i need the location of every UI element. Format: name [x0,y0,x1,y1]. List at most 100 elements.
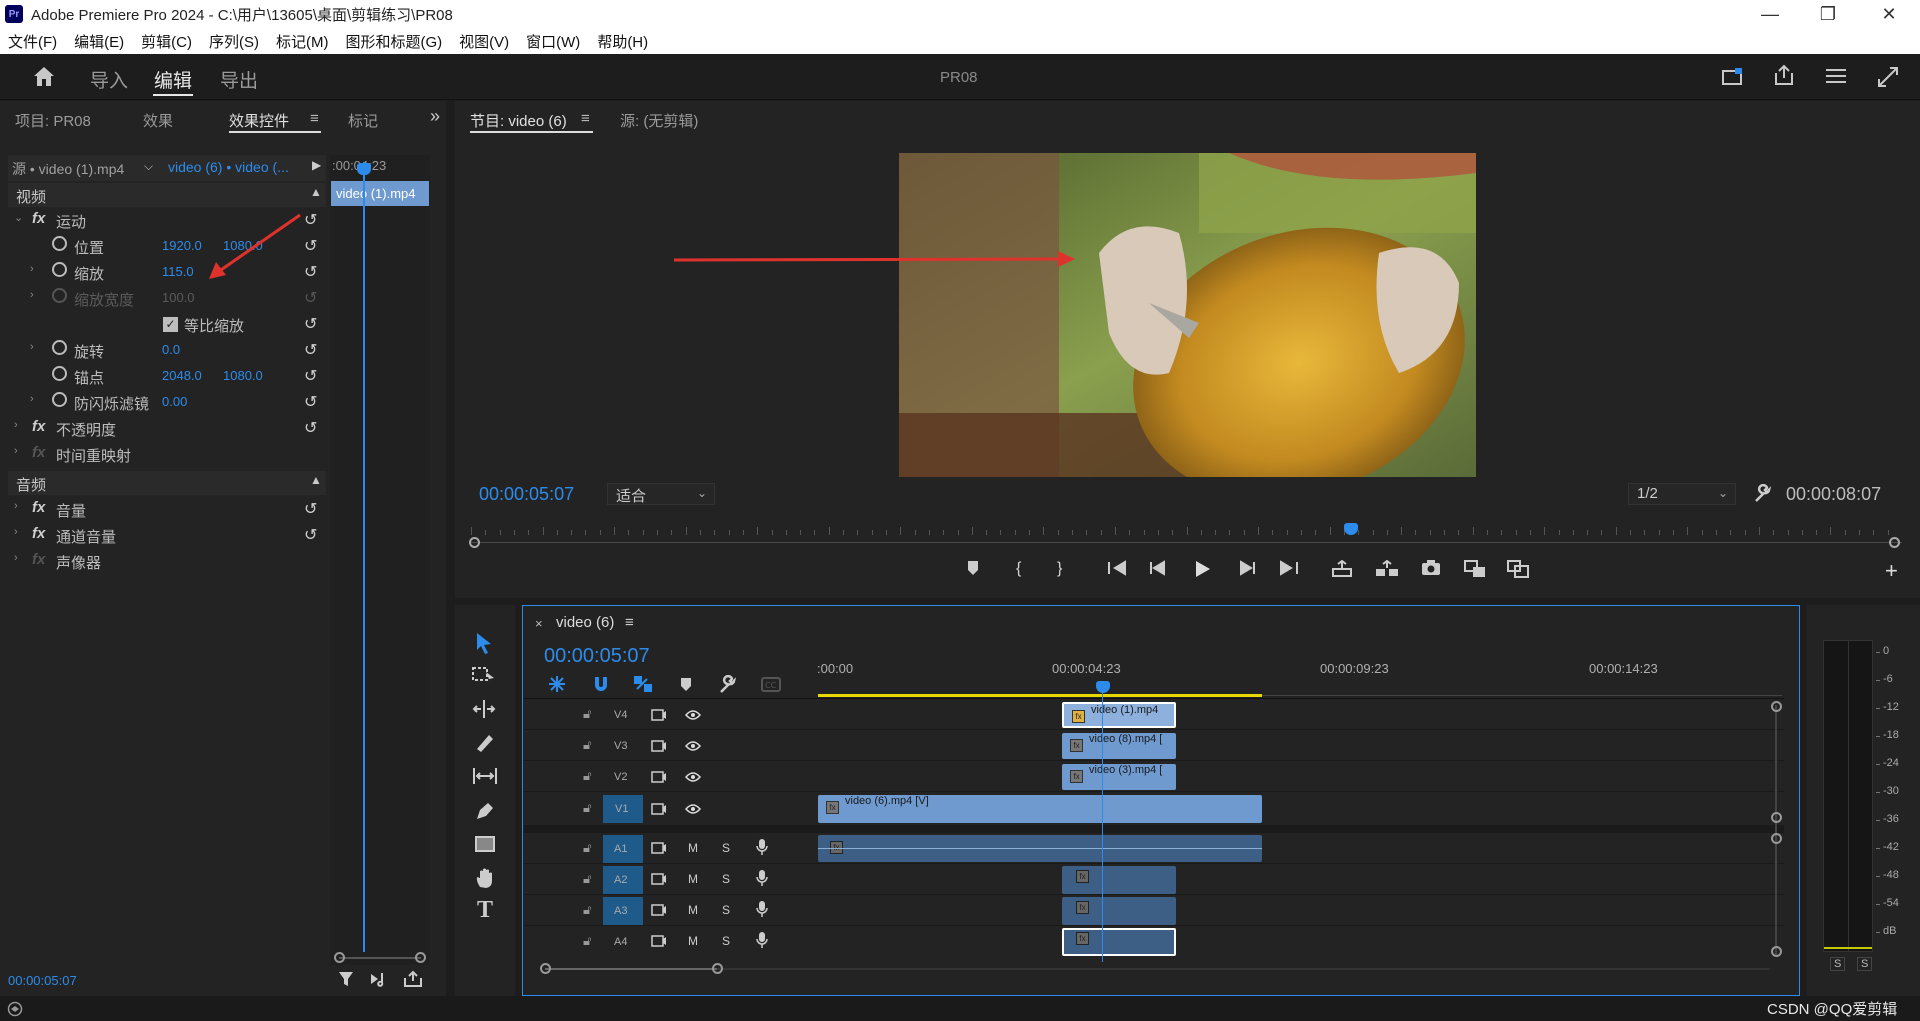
microphone-icon[interactable] [756,900,768,918]
track-label-v4[interactable]: V4 [614,709,627,721]
sync-lock-icon[interactable] [651,904,667,916]
effect-row-scale[interactable]: › 缩放 115.0 ↺ [8,259,326,285]
lock-icon[interactable]: 🔓︎ [583,933,591,949]
menu-view[interactable]: 视图(V) [459,31,509,52]
lock-icon[interactable]: 🔓︎ [583,840,591,856]
tab-effects[interactable]: 效果 [143,110,173,131]
fullscreen-icon[interactable] [1877,66,1899,88]
effect-row-time-remap[interactable]: › fx 时间重映射 [8,441,326,467]
track-label-v2[interactable]: V2 [614,771,627,783]
reset-icon[interactable]: ↺ [304,236,317,256]
play-triangle-icon[interactable]: ▶ [312,158,321,172]
menu-window[interactable]: 窗口(W) [526,31,580,52]
stopwatch-icon[interactable] [52,392,67,407]
microphone-icon[interactable] [756,838,768,856]
microphone-icon[interactable] [756,931,768,949]
vscroll-handle-top[interactable] [1771,701,1782,712]
sync-lock-icon[interactable] [651,709,667,721]
go-to-out-icon[interactable] [1279,560,1299,576]
vscroll-handle-mid[interactable] [1771,812,1782,823]
track-label-v1[interactable]: V1 [615,803,628,815]
audio-volume-line[interactable] [818,848,1262,849]
workspace-tab-import[interactable]: 导入 [90,66,128,93]
menu-file[interactable]: 文件(F) [8,31,57,52]
captions-icon[interactable]: CC [761,677,781,692]
more-panels-icon[interactable]: » [430,106,440,127]
eye-icon[interactable] [685,710,701,720]
expand-chevron-icon[interactable]: › [14,445,18,457]
panel-menu-icon[interactable]: ≡ [310,110,319,127]
effect-row-position[interactable]: 位置 1920.0 1080.0 ↺ [8,233,326,259]
eye-icon[interactable] [685,741,701,751]
program-current-timecode[interactable]: 00:00:05:07 [479,484,574,505]
export-clip-icon[interactable] [403,970,423,988]
solo-button-a1[interactable]: S [722,841,730,855]
solo-button-a2[interactable]: S [722,872,730,886]
program-scrubber[interactable] [469,523,1902,548]
sync-lock-icon[interactable] [651,873,667,885]
track-label-a1[interactable]: A1 [614,843,627,855]
workspace-tab-edit[interactable]: 编辑 [154,66,192,93]
solo-button-a3[interactable]: S [722,903,730,917]
position-x-value[interactable]: 1920.0 [162,238,202,253]
track-label-a2[interactable]: A2 [614,874,627,886]
reset-icon[interactable]: ↺ [304,366,317,386]
reset-icon[interactable]: ↺ [304,392,317,412]
scrubber-zoom-left[interactable] [469,537,480,548]
anchor-y-value[interactable]: 1080.0 [223,368,263,383]
lock-icon[interactable]: 🔓︎ [583,737,591,753]
slip-tool-icon[interactable] [472,766,498,786]
timeline-playhead-line[interactable] [1102,692,1103,962]
menu-sequence[interactable]: 序列(S) [209,31,259,52]
sequence-clip-label[interactable]: video (6) • video (... [168,159,289,175]
mute-button-a4[interactable]: M [688,934,698,948]
razor-tool-icon[interactable] [473,733,495,753]
add-marker-icon[interactable] [966,560,980,576]
reset-icon[interactable]: ↺ [304,525,317,545]
timeline-timecode[interactable]: 00:00:05:07 [544,645,650,668]
wrench-icon[interactable] [1753,484,1773,504]
step-forward-icon[interactable] [1238,560,1256,576]
menu-markers[interactable]: 标记(M) [276,31,329,52]
menu-clip[interactable]: 剪辑(C) [141,31,192,52]
settings-icon[interactable] [1825,66,1847,86]
add-button-icon[interactable]: + [1885,558,1898,584]
mark-out-icon[interactable]: } [1057,560,1062,578]
lock-icon[interactable]: 🔓︎ [583,768,591,784]
expand-chevron-icon[interactable]: › [14,526,18,538]
position-y-value[interactable]: 1080.0 [223,238,263,253]
hscroll-handle-left[interactable] [540,963,551,974]
timeline-marker-icon[interactable] [680,677,692,692]
expand-chevron-icon[interactable]: › [14,419,18,431]
minimize-button[interactable]: — [1743,0,1797,28]
program-video-frame[interactable] [899,153,1476,477]
audio-playback-icon[interactable] [369,971,389,987]
mini-playhead[interactable] [363,162,365,952]
share-icon[interactable] [1773,64,1795,86]
reset-icon[interactable]: ↺ [304,262,317,282]
stopwatch-icon[interactable] [52,340,67,355]
home-icon[interactable] [32,65,56,87]
close-window-button[interactable]: ✕ [1862,0,1916,28]
sync-lock-icon[interactable] [651,842,667,854]
clip-v3[interactable]: fxvideo (8).mp4 [ [1062,733,1176,759]
hscroll-handle-right[interactable] [712,963,723,974]
resolution-select[interactable]: 1/2 ⌄ [1628,483,1736,505]
sync-lock-icon[interactable] [651,740,667,752]
solo-button-a4[interactable]: S [722,934,730,948]
horizontal-scrollbar-thumb[interactable] [545,968,717,970]
antiflicker-value[interactable]: 0.00 [162,394,187,409]
meter-solo-left[interactable]: S [1830,957,1846,971]
tab-effect-controls[interactable]: 效果控件 [229,110,289,131]
effect-row-uniform-scale[interactable]: ✓ 等比缩放 ↺ [8,311,326,337]
track-label-v3[interactable]: V3 [614,740,627,752]
eye-icon[interactable] [685,772,701,782]
go-to-in-icon[interactable] [1107,560,1127,576]
mute-button-a1[interactable]: M [688,841,698,855]
clip-v2[interactable]: fxvideo (3).mp4 [ [1062,764,1176,790]
ripple-edit-tool-icon[interactable] [472,699,496,719]
reset-icon[interactable]: ↺ [304,499,317,519]
expand-chevron-icon[interactable]: ⌄ [14,211,23,224]
step-back-icon[interactable] [1149,560,1167,576]
zoom-handle-left[interactable] [334,952,345,963]
